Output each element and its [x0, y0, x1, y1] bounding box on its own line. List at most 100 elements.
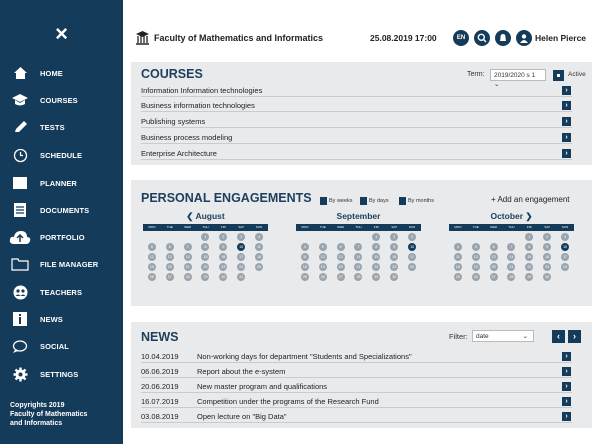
calendar-day[interactable]: 24 [232, 263, 250, 271]
open-course-button[interactable]: › [562, 133, 571, 142]
calendar-day[interactable]: 22 [197, 263, 215, 271]
calendar-day[interactable]: 23 [538, 263, 556, 271]
calendar-day[interactable]: 8 [367, 243, 385, 251]
calendar-day[interactable]: 4 [250, 233, 268, 241]
calendar-day[interactable]: 28 [350, 273, 368, 281]
news-row[interactable]: 06.06.2019 Report about the e-system › [141, 366, 572, 378]
calendar-day[interactable]: 23 [214, 263, 232, 271]
calendar-day[interactable]: 11 [250, 243, 268, 251]
view-by-days[interactable]: By days [360, 197, 389, 205]
sidebar-item-documents[interactable]: DOCUMENTS [0, 199, 123, 221]
calendar-day[interactable]: 9 [214, 243, 232, 251]
next-page-button[interactable]: › [568, 330, 581, 343]
calendar-day[interactable]: 2 [214, 233, 232, 241]
calendar-day[interactable]: 26 [143, 273, 161, 281]
calendar-day[interactable]: 4 [296, 243, 314, 251]
calendar-day[interactable]: 26 [314, 273, 332, 281]
calendar-day[interactable]: 22 [367, 263, 385, 271]
calendar-day[interactable]: 2 [385, 233, 403, 241]
calendar-day[interactable]: 27 [485, 273, 503, 281]
view-by-weeks[interactable]: By weeks [320, 197, 353, 205]
calendar-day[interactable]: 29 [367, 273, 385, 281]
calendar-day[interactable]: 20 [485, 263, 503, 271]
open-course-button[interactable]: › [562, 149, 571, 158]
prev-month-button[interactable]: ❮ [186, 211, 193, 221]
calendar-day[interactable]: 16 [214, 253, 232, 261]
calendar-day[interactable]: 12 [467, 253, 485, 261]
calendar-day[interactable]: 7 [350, 243, 368, 251]
calendar-day[interactable]: 30 [214, 273, 232, 281]
calendar-day[interactable]: 11 [296, 253, 314, 261]
calendar-day[interactable]: 4 [449, 243, 467, 251]
sidebar-item-portfolio[interactable]: PORTFOLIO [0, 226, 123, 248]
calendar-day[interactable]: 21 [503, 263, 521, 271]
calendar-day[interactable]: 15 [367, 253, 385, 261]
calendar-day[interactable]: 1 [197, 233, 215, 241]
add-engagement-button[interactable]: + Add an engagement [491, 195, 570, 204]
calendar-day[interactable]: 21 [179, 263, 197, 271]
calendar-day[interactable]: 28 [503, 273, 521, 281]
prev-page-button[interactable]: ‹ [552, 330, 565, 343]
sidebar-item-social[interactable]: SOCIAL [0, 335, 123, 357]
calendar-day[interactable]: 13 [161, 253, 179, 261]
calendar-day[interactable]: 5 [143, 243, 161, 251]
next-month-button[interactable]: ❯ [525, 211, 532, 221]
news-row[interactable]: 03.08.2019 Open lecture on "Big Data" › [141, 411, 572, 423]
calendar-day[interactable]: 18 [296, 263, 314, 271]
calendar-day[interactable]: 10 [403, 243, 421, 251]
calendar-day[interactable]: 24 [556, 263, 574, 271]
user-name[interactable]: Helen Pierce [535, 33, 586, 43]
sidebar-item-schedule[interactable]: SCHEDULE [0, 144, 123, 166]
calendar-day[interactable]: 8 [520, 243, 538, 251]
calendar-day[interactable]: 19 [143, 263, 161, 271]
calendar-day[interactable]: 13 [485, 253, 503, 261]
calendar-day[interactable]: 14 [503, 253, 521, 261]
calendar-day[interactable]: 23 [385, 263, 403, 271]
calendar-day[interactable]: 26 [467, 273, 485, 281]
calendar-day[interactable]: 12 [143, 253, 161, 261]
calendar-day[interactable]: 31 [232, 273, 250, 281]
sidebar-item-courses[interactable]: COURSES [0, 89, 123, 111]
calendar-day[interactable]: 1 [367, 233, 385, 241]
calendar-day[interactable]: 20 [161, 263, 179, 271]
open-news-button[interactable]: › [562, 412, 571, 421]
course-row[interactable]: Business process modeling › [141, 132, 572, 144]
close-icon[interactable]: × [0, 22, 123, 46]
calendar-day[interactable]: 25 [250, 263, 268, 271]
search-icon[interactable] [474, 30, 490, 46]
calendar-day[interactable]: 22 [520, 263, 538, 271]
calendar-day[interactable]: 27 [161, 273, 179, 281]
calendar-day[interactable]: 25 [296, 273, 314, 281]
course-row[interactable]: Information Information technologies › [141, 85, 572, 97]
open-course-button[interactable]: › [562, 101, 571, 110]
term-select[interactable]: 2019/2020 s 1 ⌄ [490, 69, 546, 88]
calendar-day[interactable]: 7 [503, 243, 521, 251]
calendar-day[interactable]: 7 [179, 243, 197, 251]
calendar-day[interactable]: 17 [556, 253, 574, 261]
calendar-day[interactable]: 14 [179, 253, 197, 261]
calendar-day[interactable]: 27 [332, 273, 350, 281]
calendar-day[interactable]: 16 [385, 253, 403, 261]
filter-select[interactable]: date ⌄ [472, 330, 534, 342]
open-course-button[interactable]: › [562, 117, 571, 126]
calendar-day[interactable]: 9 [538, 243, 556, 251]
calendar-day[interactable]: 12 [314, 253, 332, 261]
course-row[interactable]: Publishing systems › [141, 116, 572, 128]
calendar-day[interactable]: 17 [403, 253, 421, 261]
calendar-day[interactable]: 11 [449, 253, 467, 261]
calendar-day[interactable]: 19 [314, 263, 332, 271]
calendar-day[interactable]: 5 [314, 243, 332, 251]
language-button[interactable]: EN [453, 30, 469, 46]
calendar-day[interactable]: 3 [556, 233, 574, 241]
bell-icon[interactable] [495, 30, 511, 46]
calendar-day[interactable]: 15 [197, 253, 215, 261]
calendar-day[interactable]: 3 [232, 233, 250, 241]
view-by-months[interactable]: By months [399, 197, 434, 205]
open-news-button[interactable]: › [562, 367, 571, 376]
calendar-day[interactable]: 6 [485, 243, 503, 251]
calendar-day[interactable]: 2 [538, 233, 556, 241]
calendar-day[interactable]: 18 [250, 253, 268, 261]
calendar-day[interactable]: 30 [538, 273, 556, 281]
sidebar-item-file-manager[interactable]: FILE MANAGER [0, 253, 123, 275]
calendar-day[interactable]: 20 [332, 263, 350, 271]
